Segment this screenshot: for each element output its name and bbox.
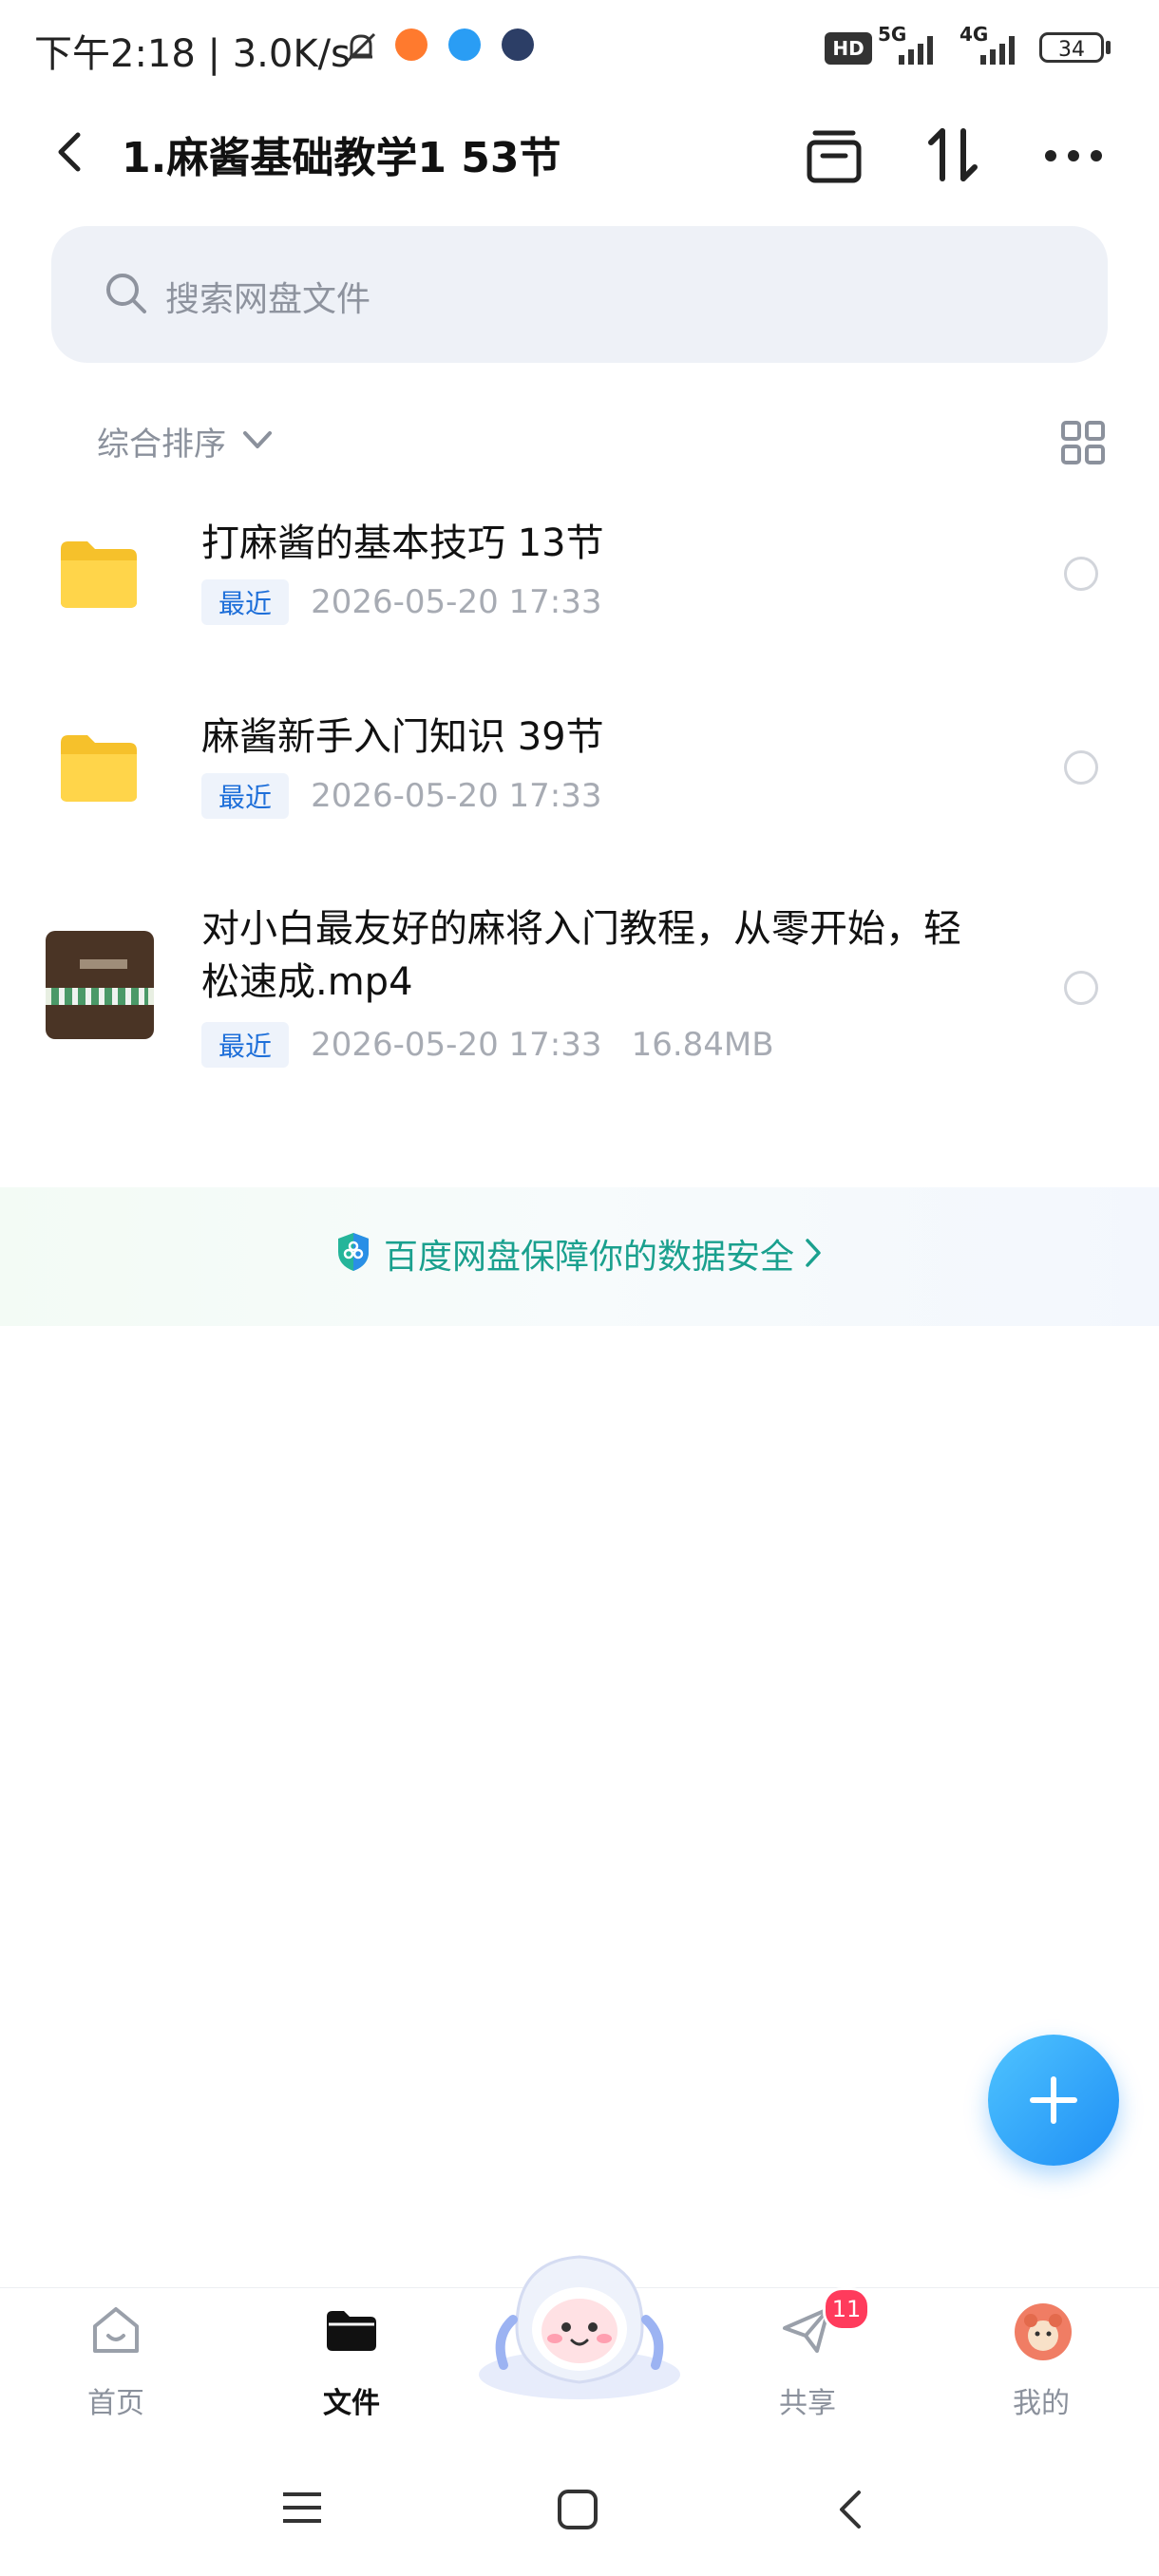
tab-profile[interactable]: 我的 — [965, 2288, 1117, 2421]
search-icon — [103, 270, 150, 321]
file-date: 2026-05-20 17:33 — [311, 583, 602, 621]
battery-tip — [1106, 41, 1111, 54]
file-date: 2026-05-20 17:33 — [311, 777, 602, 815]
signal-icon — [978, 34, 1026, 68]
home-icon — [87, 2301, 144, 2358]
system-navigation-bar — [0, 2451, 1159, 2565]
list-item[interactable]: 麻酱新手入门知识 39节 最近 2026-05-20 17:33 — [0, 697, 1159, 840]
tab-files[interactable]: 文件 — [276, 2288, 428, 2421]
file-name-line2: 松速成.mp4 — [201, 960, 413, 1004]
file-size: 16.84MB — [631, 1026, 774, 1064]
tab-label: 文件 — [323, 2387, 380, 2420]
file-meta: 最近 2026-05-20 17:33 — [201, 579, 602, 625]
page-title: 1.麻酱基础教学1 53节 — [122, 134, 561, 182]
avatar — [1013, 2301, 1072, 2360]
recent-badge: 最近 — [201, 773, 290, 819]
security-banner[interactable]: 百度网盘保障你的数据安全 — [0, 1187, 1159, 1326]
recent-badge: 最近 — [201, 579, 290, 625]
file-date: 2026-05-20 17:33 — [311, 1026, 602, 1064]
app-notification-icon — [448, 28, 481, 61]
top-app-bar: 1.麻酱基础教学1 53节 — [0, 104, 1159, 199]
mute-bell-icon — [342, 28, 380, 70]
sort-dropdown[interactable]: 综合排序 — [97, 418, 226, 464]
select-radio[interactable] — [1064, 971, 1098, 1005]
folder-icon — [57, 536, 141, 614]
home-square-icon[interactable] — [557, 2489, 598, 2534]
back-arrow-icon[interactable] — [49, 125, 87, 182]
status-bar: 下午2:18 | 3.0K/s HD 5G 4G 34 — [0, 0, 1159, 95]
chevron-right-icon — [804, 1237, 823, 1273]
folder-filled-icon — [323, 2301, 380, 2358]
list-item[interactable]: 对小白最友好的麻将入门教程，从零开始，轻 松速成.mp4 最近 2026-05-… — [0, 902, 1159, 1073]
file-name: 打麻酱的基本技巧 13节 — [201, 521, 604, 565]
tab-label: 共享 — [779, 2387, 836, 2420]
share-count-badge: 11 — [823, 2287, 870, 2331]
file-name-line1: 对小白最友好的麻将入门教程，从零开始，轻 — [201, 907, 961, 951]
status-time: 下午2:18 | 3.0K/s — [34, 32, 351, 76]
folder-icon — [57, 729, 141, 807]
app-notification-icon — [502, 28, 534, 61]
ai-assistant-mascot-icon[interactable] — [475, 2232, 684, 2403]
select-radio[interactable] — [1064, 750, 1098, 785]
file-meta: 最近 2026-05-20 17:33 — [201, 773, 602, 819]
tab-home[interactable]: 首页 — [40, 2288, 192, 2421]
list-item[interactable]: 打麻酱的基本技巧 13节 最近 2026-05-20 17:33 — [0, 503, 1159, 646]
file-name: 麻酱新手入门知识 39节 — [201, 715, 604, 759]
shield-icon — [334, 1231, 372, 1277]
signal-icon — [897, 34, 940, 68]
menu-icon[interactable] — [281, 2489, 323, 2530]
hd-indicator: HD — [825, 32, 872, 65]
tab-label: 我的 — [1013, 2387, 1070, 2420]
banner-text: 百度网盘保障你的数据安全 — [384, 1238, 795, 1277]
search-bar[interactable]: 搜索网盘文件 — [51, 226, 1108, 363]
select-radio[interactable] — [1064, 557, 1098, 591]
search-placeholder: 搜索网盘文件 — [165, 280, 371, 319]
sort-transfer-icon[interactable] — [916, 118, 992, 194]
app-notification-icon — [395, 28, 428, 61]
more-options-icon[interactable] — [1036, 118, 1112, 194]
grid-view-icon[interactable] — [1060, 420, 1106, 469]
back-chevron-icon[interactable] — [836, 2489, 864, 2534]
transfer-box-icon[interactable] — [796, 118, 872, 194]
recent-badge: 最近 — [201, 1022, 290, 1068]
battery-indicator: 34 — [1039, 32, 1104, 63]
tab-label: 首页 — [87, 2387, 144, 2420]
file-meta: 最近 2026-05-20 17:33 16.84MB — [201, 1022, 774, 1068]
chevron-down-icon[interactable] — [241, 426, 274, 458]
add-button[interactable] — [988, 2035, 1119, 2166]
